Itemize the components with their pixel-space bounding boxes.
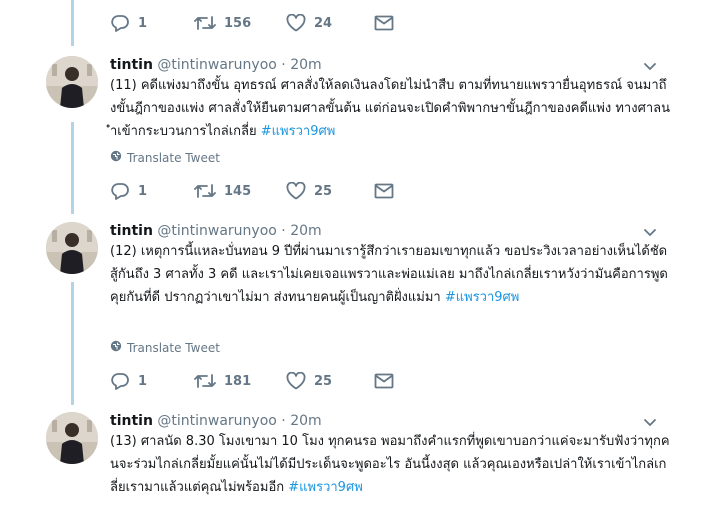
tweet[interactable]: tintin @tintinwarunyoo · 20m (12) เหตุกา… — [0, 222, 706, 402]
like-count: 25 — [314, 373, 333, 389]
message-button[interactable] — [374, 183, 394, 199]
retweet-icon — [194, 183, 216, 199]
heart-icon — [286, 372, 306, 390]
retweet-icon — [194, 15, 216, 31]
reply-count: 1 — [138, 183, 148, 199]
tweet-body: (11) คดีแพ่งมาถึงขั้น อุทธรณ์ ศาลสั่งให้… — [110, 78, 670, 139]
retweet-icon — [194, 373, 216, 389]
reply-button[interactable]: 1 — [110, 14, 194, 32]
heart-icon — [286, 182, 306, 200]
tweet-body: (13) ศาลนัด 8.30 โมงเขามา 10 โมง ทุกคนรอ… — [110, 434, 670, 495]
envelope-icon — [374, 373, 394, 389]
tweet-actions: 1 145 25 — [110, 182, 394, 200]
chevron-down-icon[interactable] — [642, 414, 658, 430]
author-name[interactable]: tintin — [110, 223, 153, 239]
reply-icon — [110, 372, 130, 390]
tweet-actions: 1 181 25 — [110, 372, 394, 390]
timestamp[interactable]: 20m — [290, 223, 321, 239]
timestamp[interactable]: 20m — [290, 413, 321, 429]
chevron-down-icon[interactable] — [642, 58, 658, 74]
tweet-text: (12) เหตุการนี้แหละบั่นทอน 9 ปีที่ผ่านมา… — [110, 240, 670, 309]
thread-line — [71, 0, 74, 46]
avatar[interactable] — [46, 222, 98, 274]
separator: · — [281, 57, 286, 73]
heart-icon — [286, 14, 306, 32]
reply-button[interactable]: 1 — [110, 182, 194, 200]
retweet-count: 181 — [224, 373, 252, 389]
separator: · — [281, 413, 286, 429]
reply-icon — [110, 182, 130, 200]
tweet-header: tintin @tintinwarunyoo · 20m — [110, 412, 322, 430]
retweet-count: 156 — [224, 15, 252, 31]
envelope-icon — [374, 15, 394, 31]
retweet-button[interactable]: 181 — [194, 373, 286, 389]
translate-label: Translate Tweet — [127, 150, 220, 165]
chevron-down-icon[interactable] — [642, 224, 658, 240]
translate-label: Translate Tweet — [127, 340, 220, 355]
reply-icon — [110, 14, 130, 32]
like-button[interactable]: 24 — [286, 14, 374, 32]
globe-icon — [110, 150, 122, 165]
retweet-button[interactable]: 145 — [194, 183, 286, 199]
tweet-actions: 1 156 24 — [110, 14, 394, 32]
tweet[interactable]: tintin @tintinwarunyoo · 20m (11) คดีแพ่… — [0, 56, 706, 216]
author-name[interactable]: tintin — [110, 57, 153, 73]
tweet-header: tintin @tintinwarunyoo · 20m — [110, 56, 322, 74]
tweet-header: tintin @tintinwarunyoo · 20m — [110, 222, 322, 240]
tweet-text: (11) คดีแพ่งมาถึงขั้น อุทธรณ์ ศาลสั่งให้… — [110, 74, 670, 143]
retweet-button[interactable]: 156 — [194, 15, 286, 31]
message-button[interactable] — [374, 373, 394, 389]
reply-count: 1 — [138, 15, 148, 31]
tweet[interactable]: tintin @tintinwarunyoo · 20m (13) ศาลนัด… — [0, 412, 706, 507]
hashtag-link[interactable]: #แพรวา9ศพ — [288, 480, 363, 495]
like-count: 24 — [314, 15, 333, 31]
author-handle[interactable]: @tintinwarunyoo — [157, 57, 276, 73]
author-handle[interactable]: @tintinwarunyoo — [157, 413, 276, 429]
envelope-icon — [374, 183, 394, 199]
like-button[interactable]: 25 — [286, 372, 374, 390]
like-button[interactable]: 25 — [286, 182, 374, 200]
tweet-body: (12) เหตุการนี้แหละบั่นทอน 9 ปีที่ผ่านมา… — [110, 244, 668, 305]
author-name[interactable]: tintin — [110, 413, 153, 429]
message-button[interactable] — [374, 15, 394, 31]
globe-icon — [110, 340, 122, 355]
reply-count: 1 — [138, 373, 148, 389]
author-handle[interactable]: @tintinwarunyoo — [157, 223, 276, 239]
retweet-count: 145 — [224, 183, 252, 199]
like-count: 25 — [314, 183, 333, 199]
hashtag-link[interactable]: #แพรวา9ศพ — [261, 124, 336, 139]
translate-tweet-button[interactable]: Translate Tweet — [110, 150, 220, 165]
timestamp[interactable]: 20m — [290, 57, 321, 73]
tweet-text: (13) ศาลนัด 8.30 โมงเขามา 10 โมง ทุกคนรอ… — [110, 430, 670, 499]
avatar[interactable] — [46, 56, 98, 108]
translate-tweet-button[interactable]: Translate Tweet — [110, 340, 220, 355]
avatar[interactable] — [46, 412, 98, 464]
reply-button[interactable]: 1 — [110, 372, 194, 390]
separator: · — [281, 223, 286, 239]
hashtag-link[interactable]: #แพรวา9ศพ — [445, 290, 520, 305]
